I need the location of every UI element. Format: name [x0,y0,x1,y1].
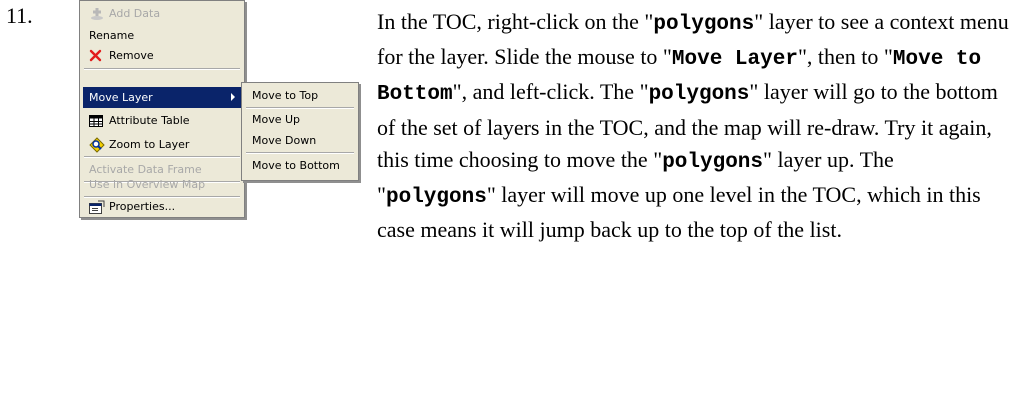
zoom-to-layer-icon [89,136,107,153]
menu-item-label: Attribute Table [109,114,190,127]
menu-item-use-in-overview-map: Use in Overview Map [83,174,241,195]
move-layer-submenu: Move to Top Move Up Move Down Move to Bo… [241,82,359,181]
menu-item-zoom-to-layer[interactable]: Zoom to Layer [83,134,241,155]
table-icon [89,114,107,127]
menu-name: Move Layer [671,48,798,72]
instruction-paragraph: In the TOC, right-click on the "polygons… [377,9,1009,243]
properties-icon [89,200,107,214]
menu-item-properties[interactable]: Properties... [83,196,241,217]
layer-name: polygons [662,150,764,174]
layer-context-menu: Add Data Rename Remove Move Layer Attrib… [79,0,245,218]
menu-item-label: Remove [109,49,154,62]
menu-item-label: Properties... [109,200,176,213]
menu-item-remove[interactable]: Remove [83,45,241,66]
menu-separator [246,152,354,154]
menu-item-rename[interactable]: Rename [83,25,241,46]
context-menu-screenshot: Add Data Rename Remove Move Layer Attrib… [79,0,359,225]
submenu-item-label: Move Up [252,113,301,126]
submenu-item-label: Move to Bottom [252,159,340,172]
menu-item-label: Zoom to Layer [109,138,190,151]
menu-separator [84,68,240,70]
menu-item-label: Rename [89,29,135,42]
menu-item-move-layer[interactable]: Move Layer [83,87,241,108]
submenu-item-move-to-top[interactable]: Move to Top [245,85,355,106]
submenu-item-move-down[interactable]: Move Down [245,130,355,151]
submenu-item-move-to-bottom[interactable]: Move to Bottom [245,155,355,176]
menu-item-label: Add Data [109,7,161,20]
step-number: 11. [6,3,33,28]
menu-item-label: Use in Overview Map [89,178,206,191]
submenu-arrow-icon [231,93,235,101]
layer-name: polygons [648,83,750,107]
menu-item-label: Move Layer [89,91,153,104]
menu-item-add-data: Add Data [83,3,241,24]
submenu-item-move-up[interactable]: Move Up [245,109,355,130]
submenu-item-label: Move Down [252,134,317,147]
menu-separator [84,156,240,158]
red-x-icon [89,49,107,62]
submenu-item-label: Move to Top [252,89,319,102]
layer-name: polygons [385,186,487,210]
add-data-icon [89,7,107,21]
menu-item-attribute-table[interactable]: Attribute Table [83,110,241,131]
layer-name: polygons [653,13,755,36]
